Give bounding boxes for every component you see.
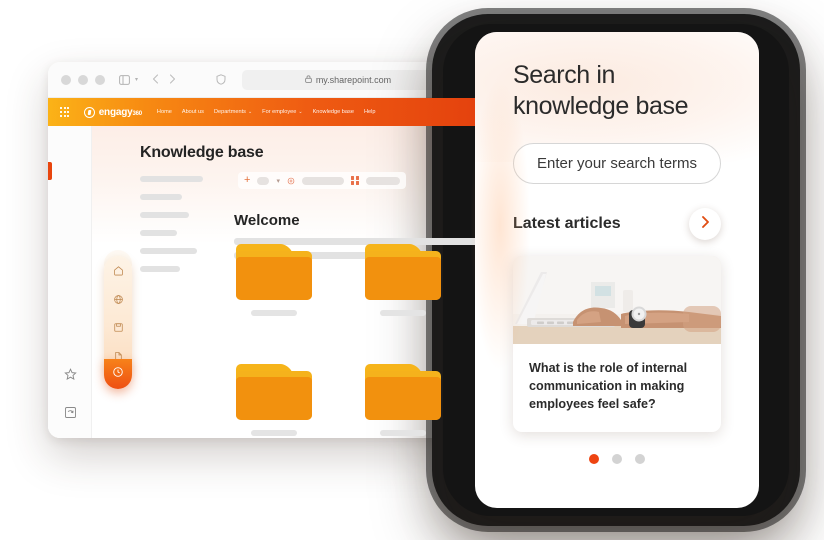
logo-brand: engagy <box>98 106 133 118</box>
chevron-down-icon[interactable]: ▾ <box>276 177 280 185</box>
upload-icon[interactable] <box>287 177 295 185</box>
lock-icon <box>304 74 312 85</box>
carousel-dot-2[interactable] <box>612 453 622 464</box>
rail-item-active[interactable] <box>104 359 132 389</box>
skeleton-nav-item[interactable] <box>140 212 189 218</box>
zoom-button[interactable] <box>95 74 105 85</box>
phone-heading: Search in knowledge base <box>513 61 689 120</box>
command-bar: + ▾ <box>238 172 407 189</box>
folder-item[interactable] <box>357 244 449 316</box>
folder-item[interactable] <box>228 244 320 316</box>
skeleton-folder-label <box>380 430 426 436</box>
search-placeholder: Enter your search terms <box>536 155 698 172</box>
rail-active-accent <box>48 162 52 180</box>
chevron-down-icon: ⌄ <box>247 109 253 115</box>
nav-item-knowledge-base[interactable]: Knowledge base <box>313 109 354 115</box>
skeleton-new-label[interactable] <box>257 176 270 185</box>
page-title: Knowledge base <box>140 144 264 161</box>
article-title: What is the role of internal communicati… <box>529 361 688 411</box>
plus-icon[interactable]: + <box>244 175 250 186</box>
latest-articles-header: Latest articles <box>513 208 721 240</box>
window-controls[interactable] <box>58 74 105 85</box>
nav-items: Home About us Departments ⌄ For employee ⌄… <box>157 109 376 115</box>
chevron-down-icon: ⌄ <box>298 109 303 115</box>
phone-screen: Search in knowledge base Enter your sear… <box>475 32 759 508</box>
folder-icon <box>365 364 441 420</box>
clock-icon <box>112 365 124 383</box>
skeleton-nav-item[interactable] <box>140 230 177 236</box>
product-navbar: engagy360 Home About us Departments ⌄ For… <box>48 98 494 126</box>
address-bar[interactable]: my.sharepoint.com <box>242 69 454 90</box>
nav-item-help[interactable]: Help <box>364 109 376 115</box>
folder-item[interactable] <box>228 364 320 436</box>
close-button[interactable] <box>61 74 71 85</box>
sidebar-chevron-down-icon[interactable]: ▾ <box>135 76 138 83</box>
recycle-bin-icon[interactable] <box>64 406 77 424</box>
folder-icon <box>365 244 441 300</box>
article-card[interactable]: What is the role of internal communicati… <box>513 256 721 432</box>
left-nav-skeleton <box>140 176 203 272</box>
rail-icon-pill <box>104 256 132 389</box>
app-body: Knowledge base + ▾ Welcome <box>48 126 494 438</box>
folder-icon <box>236 244 312 300</box>
folder-grid <box>228 244 494 436</box>
chevron-right-icon <box>700 215 711 234</box>
home-icon[interactable] <box>113 263 124 281</box>
skeleton-nav-item[interactable] <box>140 248 197 254</box>
carousel-dots <box>513 453 721 464</box>
minimize-button[interactable] <box>78 74 88 85</box>
browser-window: ▾ my.sharepoint.com engagy360 Home About… <box>48 62 494 438</box>
next-articles-button[interactable] <box>689 208 721 240</box>
globe-icon[interactable] <box>113 292 124 310</box>
logo-badge-icon <box>84 106 96 118</box>
carousel-dot-1[interactable] <box>589 453 599 464</box>
nav-item-home[interactable]: Home <box>157 109 172 115</box>
latest-articles-label: Latest articles <box>513 215 621 232</box>
save-icon[interactable] <box>113 320 124 338</box>
hands-typing-on-laptop-illustration <box>513 256 721 344</box>
engagy360-logo[interactable]: engagy360 <box>84 106 143 118</box>
carousel-dot-3[interactable] <box>635 453 645 464</box>
left-rail <box>48 126 92 438</box>
skeleton-upload-label[interactable] <box>301 176 344 185</box>
address-bar-url: my.sharepoint.com <box>315 74 392 85</box>
skeleton-nav-item[interactable] <box>140 176 203 182</box>
skeleton-nav-item[interactable] <box>140 194 182 200</box>
nav-item-about-us[interactable]: About us <box>182 109 204 115</box>
skeleton-folder-label <box>380 310 426 316</box>
search-input[interactable]: Enter your search terms <box>513 143 721 184</box>
back-button[interactable] <box>152 71 159 89</box>
browser-chrome: ▾ my.sharepoint.com <box>48 62 494 98</box>
skeleton-folder-label <box>251 430 297 436</box>
shield-icon[interactable] <box>216 74 226 85</box>
screenshot-stage: ▾ my.sharepoint.com engagy360 Home About… <box>0 0 824 540</box>
star-icon[interactable] <box>63 368 77 386</box>
skeleton-nav-item[interactable] <box>140 266 180 272</box>
grid-view-icon[interactable] <box>350 176 360 185</box>
logo-suffix: 360 <box>132 110 143 117</box>
welcome-heading: Welcome <box>234 212 300 229</box>
folder-item[interactable] <box>357 364 449 436</box>
nav-item-for-employee[interactable]: For employee ⌄ <box>262 109 302 115</box>
forward-button[interactable] <box>169 71 176 89</box>
skeleton-folder-label <box>251 310 297 316</box>
article-image <box>513 256 721 344</box>
sidebar-toggle-icon[interactable] <box>119 74 130 85</box>
app-launcher-icon[interactable] <box>60 107 70 117</box>
skeleton-view-label[interactable] <box>366 176 401 185</box>
nav-item-departments[interactable]: Departments ⌄ <box>214 109 252 115</box>
folder-icon <box>236 364 312 420</box>
main-content: Knowledge base + ▾ Welcome <box>92 126 494 438</box>
